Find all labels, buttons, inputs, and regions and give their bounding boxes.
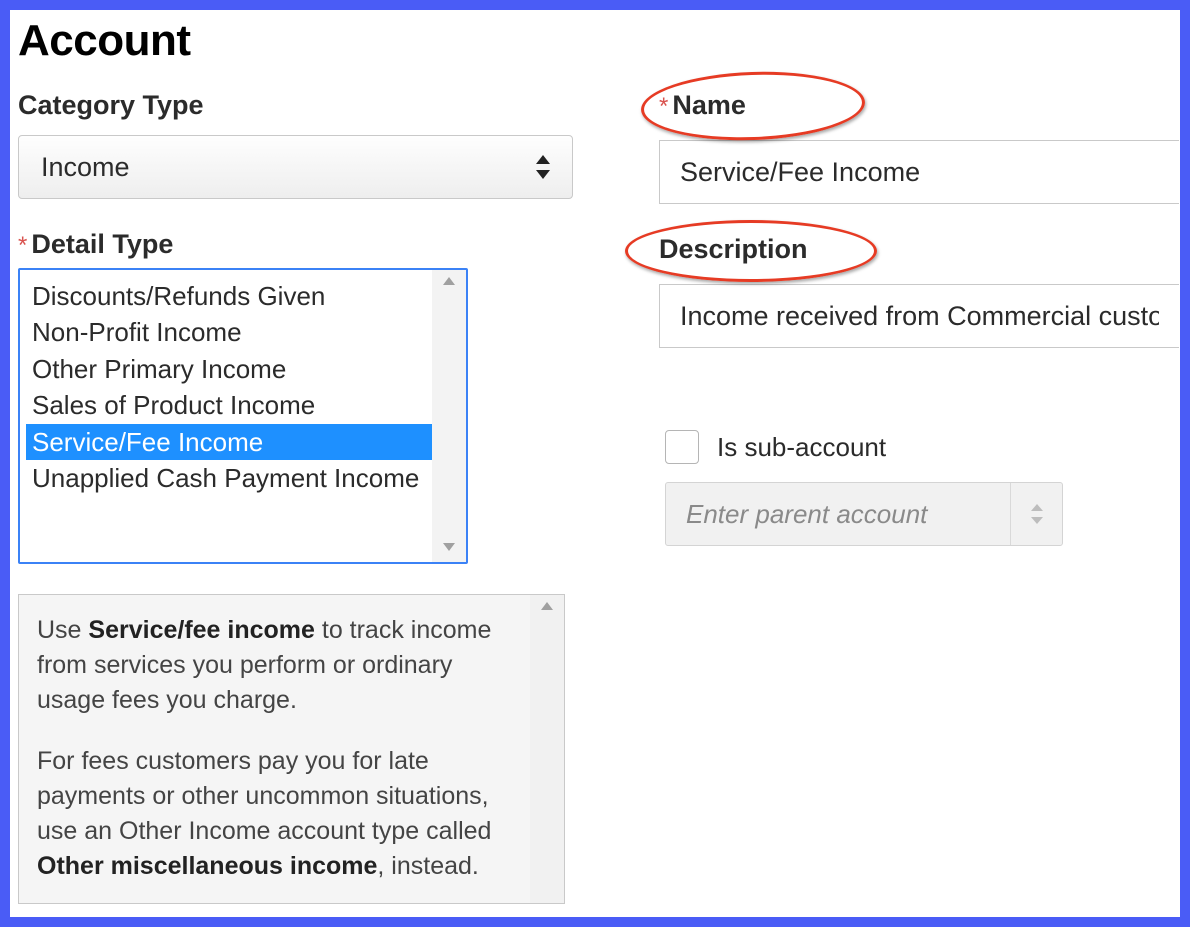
scroll-up-icon [530,599,564,617]
category-type-select[interactable]: Income [18,135,573,199]
name-label: Name [672,90,746,121]
left-column: Category Type Income *Detail Type [14,90,569,904]
description-label: Description [659,234,808,265]
description-input[interactable] [659,284,1179,348]
detail-type-option[interactable]: Service/Fee Income [26,424,432,460]
page-title: Account [14,10,1176,90]
detail-type-option[interactable]: Sales of Product Income [26,387,432,423]
listbox-scrollbar[interactable] [432,270,466,562]
required-star: * [18,232,27,259]
select-arrows-icon [534,155,552,179]
help-p2-prefix: For fees customers pay you for late paym… [37,747,491,845]
scroll-up-icon [432,274,466,292]
category-type-value: Income [41,152,130,183]
help-p1-prefix: Use [37,616,88,644]
description-scrollbar[interactable] [530,595,564,903]
help-p1-bold: Service/fee income [88,616,315,644]
right-column: *Name Description Is sub-account Ent [659,90,1179,904]
is-sub-account-label: Is sub-account [717,432,886,463]
parent-account-placeholder: Enter parent account [686,499,927,530]
detail-type-option[interactable]: Unapplied Cash Payment Income [26,460,432,496]
help-p2-suffix: , instead. [377,852,478,880]
help-p2-bold: Other miscellaneous income [37,852,377,880]
detail-type-option[interactable]: Non-Profit Income [26,314,432,350]
is-sub-account-checkbox[interactable] [665,430,699,464]
detail-type-description: Use Service/fee income to track income f… [18,594,565,904]
account-dialog: Account Category Type Income *D [0,0,1190,927]
detail-type-listbox[interactable]: Discounts/Refunds GivenNon-Profit Income… [18,268,468,564]
detail-type-option[interactable]: Discounts/Refunds Given [26,278,432,314]
required-star: * [659,93,668,120]
category-type-label: Category Type [18,90,204,121]
scroll-down-icon [432,540,466,558]
select-arrows-icon [1010,483,1062,545]
detail-type-option[interactable]: Other Primary Income [26,351,432,387]
name-input[interactable] [659,140,1179,204]
detail-type-label: Detail Type [31,229,173,260]
parent-account-select[interactable]: Enter parent account [665,482,1063,546]
